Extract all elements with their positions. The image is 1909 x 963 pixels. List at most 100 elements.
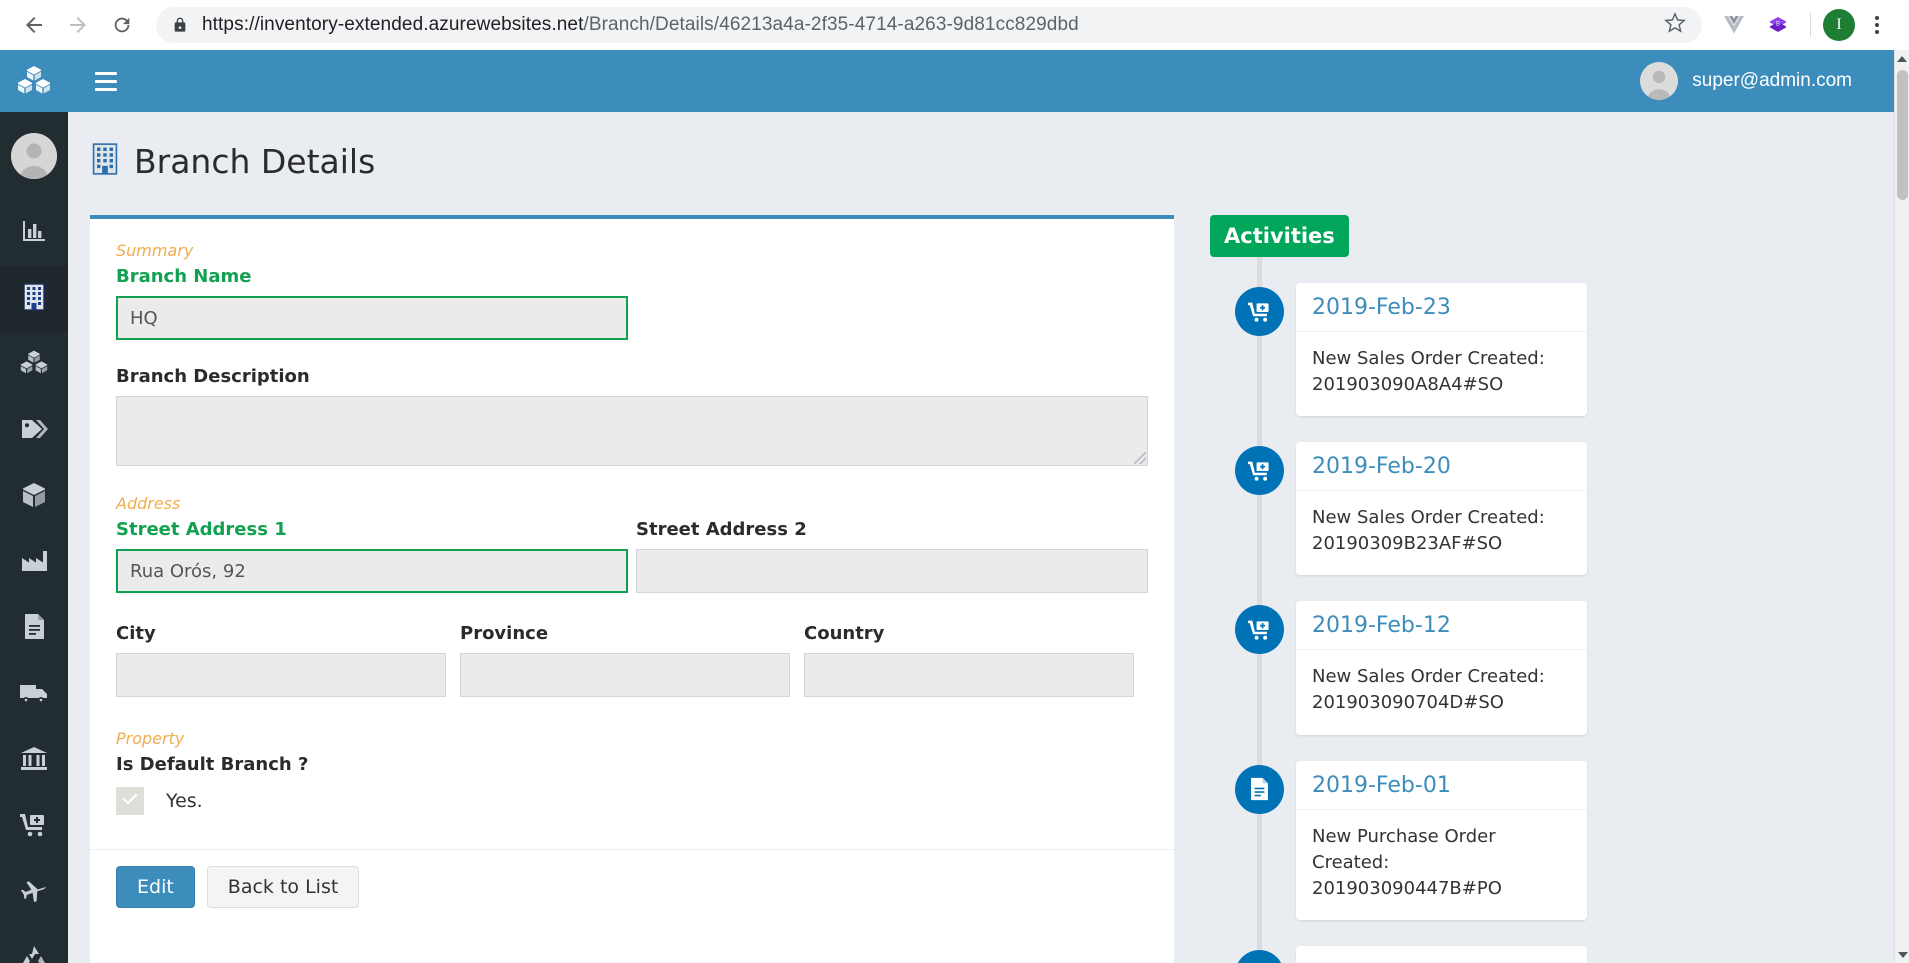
vue-devtools-icon[interactable] <box>1714 5 1754 45</box>
truck-icon <box>19 682 49 709</box>
building-icon <box>21 282 47 316</box>
chrome-profile-avatar[interactable]: I <box>1823 9 1855 41</box>
timeline-date: 2019-Feb-20 <box>1296 442 1587 492</box>
timeline-item: 2019-Feb-23 New Sales Order Created: 201… <box>1210 283 1610 417</box>
sidebar-logo[interactable] <box>0 50 68 112</box>
branch-details-card: Summary Branch Name HQ Branch Descriptio… <box>90 215 1174 963</box>
document-icon <box>1235 764 1284 814</box>
timeline-text: New Sales Order Created: 20190309B23AF#S… <box>1312 507 1545 555</box>
form-actions: Edit Back to List <box>90 849 1174 908</box>
timeline-card[interactable] <box>1296 945 1587 963</box>
timeline-date: 2019-Feb-23 <box>1296 283 1587 332</box>
province-input[interactable] <box>460 653 790 697</box>
scrollbar-up-icon[interactable] <box>1895 50 1909 67</box>
sidebar-item-logistics[interactable] <box>0 860 68 926</box>
chrome-menu-icon[interactable] <box>1859 5 1895 45</box>
street-address-1-input[interactable]: Rua Orós, 92 <box>116 549 628 593</box>
back-to-list-button[interactable]: Back to List <box>206 866 360 908</box>
city-province-country-row: City Province Country <box>116 623 1148 697</box>
timeline-text: New Purchase Order Created: 201903090447… <box>1312 825 1502 899</box>
factory-icon <box>20 549 48 578</box>
recycle-icon <box>21 945 47 963</box>
sidebar-item-documents[interactable] <box>0 596 68 662</box>
bank-icon <box>20 746 48 777</box>
branch-name-label: Branch Name <box>116 266 252 287</box>
timeline-item: 2019-Feb-12 New Sales Order Created: 201… <box>1210 601 1610 735</box>
back-button[interactable] <box>14 5 54 45</box>
sidebar-user-avatar[interactable] <box>0 112 68 200</box>
menu-toggle-button[interactable] <box>78 50 134 112</box>
cart-plus-icon <box>20 813 48 842</box>
timeline-item: 2019-Feb-20 New Sales Order Created: 201… <box>1210 442 1610 576</box>
document-icon <box>23 613 46 645</box>
main-content: Branch Details Summary Branch Name HQ Br… <box>68 112 1894 963</box>
timeline-date: 2019-Feb-12 <box>1296 601 1587 651</box>
reload-button[interactable] <box>102 5 142 45</box>
is-default-branch-value: Yes. <box>166 790 203 812</box>
sidebar-item-inventory[interactable] <box>0 464 68 530</box>
country-input[interactable] <box>804 653 1134 697</box>
bar-chart-icon <box>21 218 47 249</box>
address-bar[interactable]: https://inventory-extended.azurewebsites… <box>156 7 1702 43</box>
branch-description-label: Branch Description <box>116 366 310 387</box>
is-default-branch-label: Is Default Branch ? <box>116 754 309 775</box>
branch-description-textarea[interactable] <box>116 396 1148 466</box>
building-icon <box>90 143 120 180</box>
sidebar-item-purchase-orders[interactable] <box>0 794 68 860</box>
activities-badge: Activities <box>1210 215 1349 257</box>
timeline-card[interactable]: 2019-Feb-23 New Sales Order Created: 201… <box>1296 283 1587 417</box>
svg-text:B: B <box>1776 22 1780 28</box>
avatar <box>11 133 57 179</box>
city-input[interactable] <box>116 653 446 697</box>
cart-plus-icon <box>1235 446 1284 496</box>
app-shell: super@admin.com Branch Details Summary B… <box>0 50 1909 963</box>
sidebar-rail <box>0 50 68 963</box>
lock-icon <box>172 17 188 33</box>
forward-button[interactable] <box>58 5 98 45</box>
city-label: City <box>116 623 156 644</box>
cart-plus-icon <box>1235 605 1284 655</box>
topbar-user-menu[interactable]: super@admin.com <box>1640 62 1894 100</box>
sidebar-item-accounting[interactable] <box>0 728 68 794</box>
property-section-label: Property <box>116 729 185 748</box>
scrollbar-thumb[interactable] <box>1897 70 1908 200</box>
street-address-2-input[interactable] <box>636 549 1148 593</box>
activities-timeline: Activities 2019-Feb-23 New Sales Order C… <box>1210 215 1610 963</box>
timeline-card[interactable]: 2019-Feb-12 New Sales Order Created: 201… <box>1296 601 1587 735</box>
content-grid: Summary Branch Name HQ Branch Descriptio… <box>68 181 1894 963</box>
timeline-card[interactable]: 2019-Feb-20 New Sales Order Created: 201… <box>1296 442 1587 576</box>
extension-hexagon-icon[interactable]: B <box>1758 5 1798 45</box>
user-email-label: super@admin.com <box>1692 70 1852 91</box>
cart-plus-icon <box>1235 287 1284 336</box>
sidebar-item-tags[interactable] <box>0 398 68 464</box>
page-scrollbar[interactable] <box>1894 50 1909 963</box>
plane-icon <box>20 878 48 909</box>
bookmark-star-icon[interactable] <box>1652 11 1686 39</box>
edit-button[interactable]: Edit <box>116 866 195 908</box>
scrollbar-down-icon[interactable] <box>1895 946 1909 963</box>
summary-section-label: Summary <box>116 241 194 260</box>
check-icon <box>122 791 138 812</box>
sidebar-item-returns[interactable] <box>0 926 68 963</box>
timeline-date <box>1296 946 1587 963</box>
sidebar-item-products[interactable] <box>0 332 68 398</box>
cubes-icon <box>20 350 48 381</box>
sidebar-item-dashboard[interactable] <box>0 200 68 266</box>
app-topbar: super@admin.com <box>68 50 1894 112</box>
timeline-item: 2019-Feb-01 New Purchase Order Created: … <box>1210 760 1610 920</box>
sidebar-item-shipping[interactable] <box>0 662 68 728</box>
sidebar-item-manufacturing[interactable] <box>0 530 68 596</box>
address-section-label: Address <box>116 494 181 513</box>
street-address-2-label: Street Address 2 <box>636 519 807 540</box>
timeline-date: 2019-Feb-01 <box>1296 761 1587 810</box>
branch-name-input[interactable]: HQ <box>116 296 628 340</box>
topbar-avatar <box>1640 62 1679 100</box>
sidebar-item-branch[interactable] <box>0 266 68 332</box>
toolbar-divider <box>1810 13 1811 37</box>
province-label: Province <box>460 623 549 644</box>
page-title-text: Branch Details <box>134 142 376 181</box>
is-default-branch-checkbox[interactable] <box>116 787 144 815</box>
url-text: https://inventory-extended.azurewebsites… <box>202 14 1079 36</box>
url-host: https://inventory-extended.azurewebsites… <box>202 14 584 35</box>
timeline-card[interactable]: 2019-Feb-01 New Purchase Order Created: … <box>1296 760 1587 920</box>
